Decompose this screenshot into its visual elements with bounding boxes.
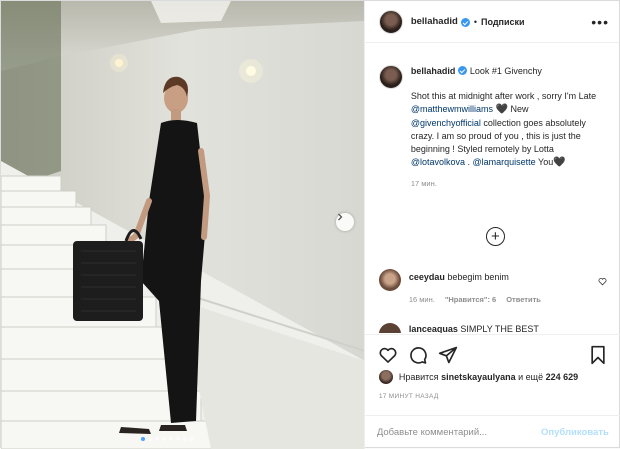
commenter-username[interactable]: ceeydau: [409, 272, 445, 282]
caption-title: Look #1 Givenchy: [469, 66, 542, 76]
header-separator: •: [473, 16, 477, 27]
comment-icon: [409, 346, 427, 364]
comment-input[interactable]: [376, 427, 527, 438]
author-username[interactable]: bellahadid: [411, 16, 458, 27]
carousel-indicator: [141, 437, 194, 441]
carousel-dot: [141, 437, 145, 441]
photo-illustration: [1, 1, 364, 449]
reply-button[interactable]: Ответить: [506, 295, 541, 304]
share-icon: [438, 346, 457, 363]
instagram-post: bellahadid • Подписки ••• bellahadid Loo…: [0, 0, 620, 449]
post-actions-bar: [364, 334, 620, 374]
more-options-icon[interactable]: •••: [591, 15, 609, 29]
post-caption: bellahadid Look #1 Givenchy Shot this at…: [378, 65, 609, 191]
mention-link[interactable]: @lamarquisette: [473, 157, 536, 167]
carousel-dot: [148, 437, 152, 441]
comment-text: bebegim benim: [447, 272, 509, 282]
chevron-right-icon: [337, 213, 343, 221]
carousel-dot: [183, 437, 187, 441]
save-button[interactable]: [587, 344, 609, 366]
heart-icon: [379, 347, 397, 363]
caption-body: Shot this at midnight after work , sorry…: [411, 90, 601, 169]
verified-badge-icon: [460, 18, 470, 27]
commenter-avatar[interactable]: [378, 269, 401, 291]
commenter-username[interactable]: lanceaquas: [409, 324, 458, 333]
black-heart-emoji: 🖤: [553, 157, 566, 169]
comment-item: ceeydau bebegim benim 16 мин. "Нравится"…: [378, 269, 611, 304]
publish-button[interactable]: Опубликовать: [541, 427, 609, 438]
caption-text: .: [465, 157, 473, 168]
liker-username[interactable]: sinetskayaulyana: [441, 372, 516, 382]
comment-likes-count[interactable]: "Нравится": 6: [445, 295, 496, 304]
comment-timestamp[interactable]: 16 мин.: [409, 295, 435, 304]
post-photo[interactable]: [1, 1, 364, 449]
post-sidebar: bellahadid • Подписки ••• bellahadid Loo…: [363, 1, 620, 449]
carousel-next-button[interactable]: [335, 213, 354, 231]
carousel-dot: [155, 437, 159, 441]
caption-text: New: [507, 104, 529, 115]
comment-text: SIMPLY THE BEST: [460, 324, 539, 333]
author-avatar[interactable]: [378, 9, 403, 34]
mention-link[interactable]: @matthewmwilliams: [411, 104, 493, 114]
add-comment-form: Опубликовать: [364, 415, 620, 449]
likes-count[interactable]: 224 629: [546, 372, 579, 382]
caption-username[interactable]: bellahadid: [411, 66, 456, 76]
carousel-dot: [190, 437, 194, 441]
mention-link[interactable]: @lotavolkova: [411, 157, 465, 167]
post-header: bellahadid • Подписки •••: [364, 1, 619, 43]
following-button[interactable]: Подписки: [481, 17, 525, 27]
likes-prefix: Нравится: [398, 372, 439, 382]
load-more-comments-button[interactable]: +: [485, 227, 505, 246]
carousel-dot: [162, 437, 166, 441]
share-button[interactable]: [437, 344, 459, 366]
black-heart-emoji: 🖤: [495, 104, 508, 116]
bookmark-icon: [591, 345, 605, 364]
caption-avatar[interactable]: [378, 65, 403, 89]
caption-text: You: [535, 157, 554, 168]
verified-badge-icon: [458, 66, 468, 75]
comment-item: lanceaquas SIMPLY THE BEST: [378, 323, 611, 333]
likes-summary: Нравится sinetskayaulyana и ещё 224 629: [378, 370, 579, 384]
post-timestamp[interactable]: 17 МИНУТ НАЗАД: [379, 393, 439, 400]
liker-avatar[interactable]: [378, 370, 393, 384]
carousel-dot: [176, 437, 180, 441]
comment-heart-icon[interactable]: [598, 277, 607, 286]
carousel-dot: [169, 437, 173, 441]
mention-link[interactable]: @givenchyofficial: [411, 118, 481, 128]
like-button[interactable]: [377, 344, 399, 366]
commenter-avatar[interactable]: [378, 323, 401, 333]
comment-button[interactable]: [407, 344, 429, 366]
caption-timestamp[interactable]: 17 мин.: [411, 177, 601, 190]
likes-middle: и ещё: [518, 372, 544, 382]
caption-text: Shot this at midnight after work , sorry…: [410, 91, 597, 102]
